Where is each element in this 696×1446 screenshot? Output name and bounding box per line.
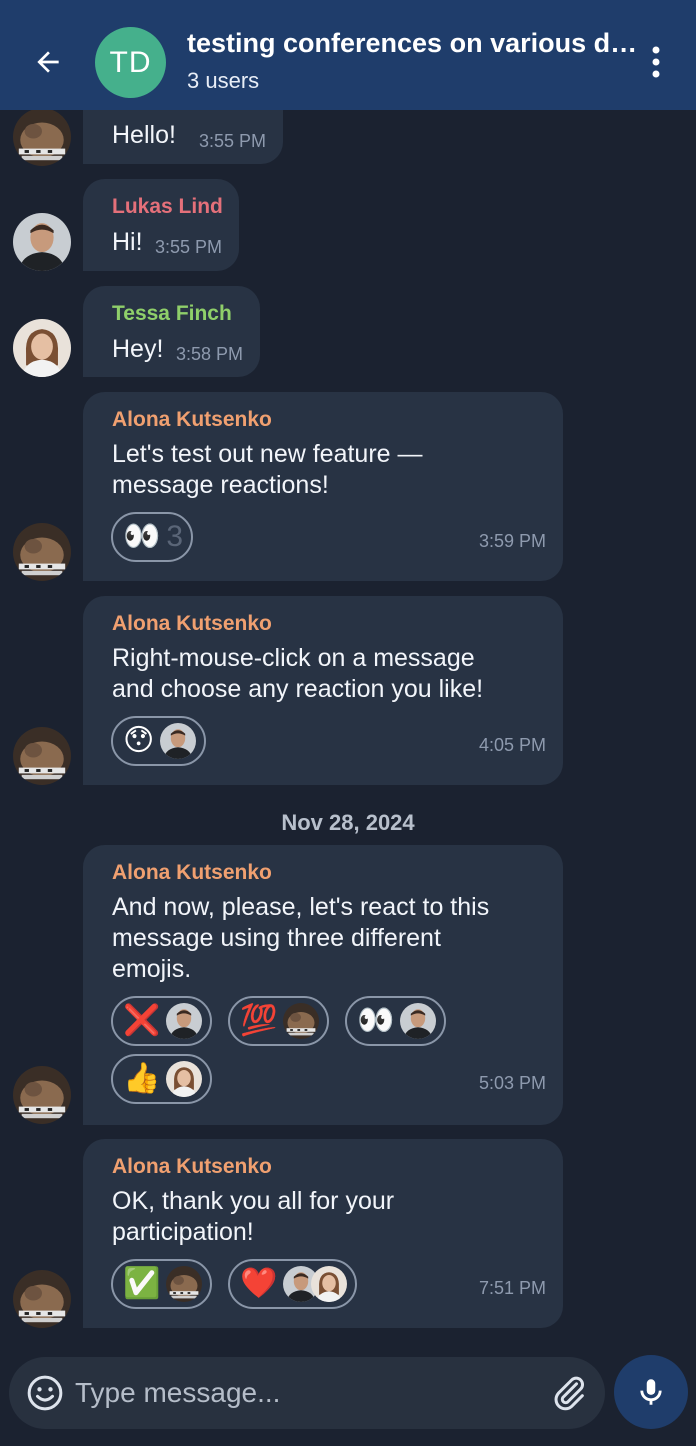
sender-avatar-alona[interactable] xyxy=(13,1066,71,1124)
message-time: 7:51 PM xyxy=(478,1278,546,1298)
message-text: OK, thank you all for your participation… xyxy=(112,1187,395,1246)
emoji-button[interactable] xyxy=(25,1373,65,1413)
message-bubble[interactable]: Alona Kutsenko Let's test out new featur… xyxy=(83,392,563,581)
reaction-chip[interactable]: ❤️ xyxy=(228,1259,358,1309)
reactor-avatar xyxy=(166,1266,203,1302)
reaction-chip[interactable]: ❌ xyxy=(111,996,213,1046)
voice-record-button[interactable] xyxy=(614,1355,688,1429)
reactor-avatar xyxy=(283,1003,320,1039)
smiley-icon xyxy=(27,1375,63,1411)
microphone-icon xyxy=(640,1379,662,1405)
reaction-chip[interactable]: ✅ xyxy=(111,1259,213,1309)
chat-title[interactable]: testing conferences on various devi... xyxy=(187,28,647,59)
message-time: 3:59 PM xyxy=(478,531,546,551)
message-sender: Alona Kutsenko xyxy=(112,612,272,635)
more-menu-button[interactable] xyxy=(640,42,672,82)
message-bubble[interactable]: Lukas Lind Hi! 3:55 PM xyxy=(83,179,239,271)
sender-avatar-lukas[interactable] xyxy=(13,213,71,271)
message-bubble[interactable]: Hello! 3:55 PM xyxy=(83,110,283,164)
reaction-chip[interactable]: 👍 xyxy=(111,1054,213,1104)
message-sender: Lukas Lind xyxy=(112,195,223,218)
message-sender: Alona Kutsenko xyxy=(112,1155,272,1178)
reactor-avatar xyxy=(160,723,197,759)
reaction-emoji: 💯 xyxy=(240,1004,278,1037)
reaction-emoji: 👍 xyxy=(123,1062,161,1095)
message-time: 5:03 PM xyxy=(478,1073,546,1093)
message-sender: Alona Kutsenko xyxy=(112,861,272,884)
reactor-avatar xyxy=(166,1003,203,1039)
message-text: Hey! xyxy=(112,335,164,363)
message-sender: Alona Kutsenko xyxy=(112,408,272,431)
message-text: Let's test out new feature — message rea… xyxy=(112,440,423,499)
reactor-avatar xyxy=(311,1266,348,1302)
reactor-avatar xyxy=(166,1061,203,1097)
message-feed[interactable]: Hello! 3:55 PM Lukas Lind Hi! 3:55 PM Te… xyxy=(0,110,696,1340)
message-text: Right-mouse-click on a message and choos… xyxy=(112,644,484,703)
reaction-emoji: ❤️ xyxy=(240,1267,278,1300)
reaction-emoji: ❌ xyxy=(123,1004,161,1037)
chat-avatar[interactable]: TD xyxy=(95,27,166,98)
sender-avatar-tessa[interactable] xyxy=(13,319,71,377)
reaction-emoji: 😯 xyxy=(123,724,155,757)
sender-avatar-alona[interactable] xyxy=(13,1270,71,1328)
chat-avatar-initials: TD xyxy=(109,45,152,79)
message-composer xyxy=(9,1357,605,1429)
reaction-emoji: ✅ xyxy=(123,1267,161,1300)
reaction-emoji: 👀 xyxy=(357,1004,395,1037)
reactor-avatar xyxy=(400,1003,437,1039)
message-sender: Tessa Finch xyxy=(112,302,232,325)
more-vertical-icon xyxy=(652,46,660,78)
chat-subtitle: 3 users xyxy=(187,68,260,93)
reaction-count: 3 xyxy=(166,520,184,553)
arrow-left-icon xyxy=(37,51,59,73)
message-bubble[interactable]: Alona Kutsenko Right-mouse-click on a me… xyxy=(83,596,563,785)
message-text: And now, please, let's react to this mes… xyxy=(112,893,490,983)
message-time: 3:58 PM xyxy=(175,344,243,364)
message-time: 3:55 PM xyxy=(154,237,222,257)
back-button[interactable] xyxy=(24,38,72,86)
message-input[interactable] xyxy=(75,1369,535,1417)
message-bubble[interactable]: Tessa Finch Hey! 3:58 PM xyxy=(83,286,260,377)
paperclip-icon xyxy=(554,1376,584,1411)
sender-avatar-alona[interactable] xyxy=(13,523,71,581)
message-text: Hi! xyxy=(112,228,143,256)
sender-avatar-alona[interactable] xyxy=(13,110,71,166)
message-bubble[interactable]: Alona Kutsenko And now, please, let's re… xyxy=(83,845,563,1125)
message-bubble[interactable]: Alona Kutsenko OK, thank you all for you… xyxy=(83,1139,563,1328)
message-time: 4:05 PM xyxy=(478,735,546,755)
reaction-chip[interactable]: 😯 xyxy=(111,716,207,766)
sender-avatar-alona[interactable] xyxy=(13,727,71,785)
attach-button[interactable] xyxy=(549,1373,589,1413)
reaction-emoji: 👀 xyxy=(123,520,161,553)
reaction-chip[interactable]: 💯 xyxy=(228,996,330,1046)
chat-header: TD testing conferences on various devi..… xyxy=(0,0,696,110)
message-time: 3:55 PM xyxy=(198,131,266,151)
message-text: Hello! xyxy=(112,121,176,149)
reaction-chip[interactable]: 👀 xyxy=(345,996,447,1046)
reaction-chip[interactable]: 👀 3 xyxy=(111,512,194,562)
date-separator: Nov 28, 2024 xyxy=(281,810,415,835)
